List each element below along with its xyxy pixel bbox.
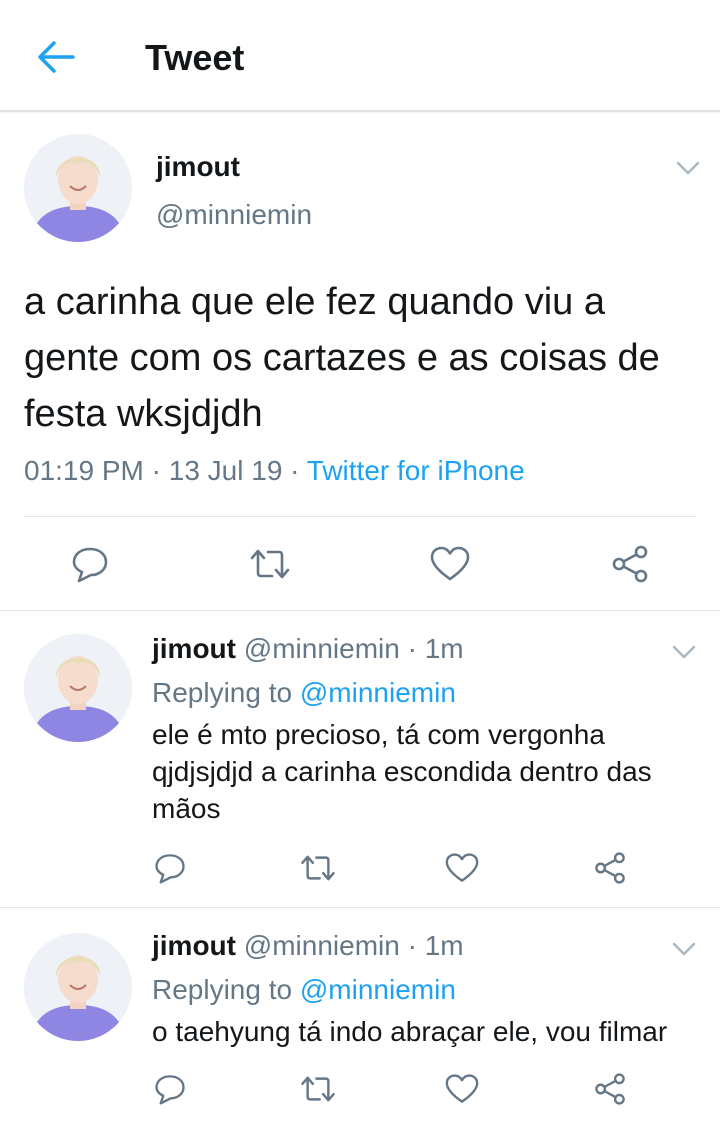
tweet-menu-button[interactable] [670,939,698,959]
replying-to: Replying to @minniemin [152,973,456,1007]
avatar-image [24,134,132,242]
avatar[interactable] [24,134,132,242]
tweet-date: 13 Jul 19 [168,455,283,486]
back-button[interactable] [30,36,80,78]
retweet-button[interactable] [298,1069,338,1109]
author-handle[interactable]: @minniemin [156,198,312,232]
author-name[interactable]: jimout [152,930,236,961]
author-name[interactable]: jimout [152,633,236,664]
chevron-down-icon [672,942,696,956]
meta-separator: · [143,455,169,486]
like-button[interactable] [442,848,482,888]
avatar[interactable] [24,634,132,742]
top-app-bar: Tweet [0,0,720,112]
arrow-left-icon [38,41,75,73]
tweet-menu-button[interactable] [670,642,698,662]
author-handle[interactable]: @minniemin [244,930,400,961]
retweet-icon [301,855,335,881]
reply-tweet[interactable]: jimout @minniemin · 1m Replying to @minn… [0,612,720,908]
reply-button[interactable] [150,1069,190,1109]
share-button[interactable] [590,1069,630,1109]
meta-separator: · [399,930,425,961]
like-button[interactable] [426,540,474,588]
meta-separator: · [399,633,425,664]
tweet-meta: 01:19 PM · 13 Jul 19 · Twitter for iPhon… [24,454,525,488]
share-icon [595,1073,625,1105]
reply-bubble-icon [155,854,185,884]
replying-label: Replying to [152,677,300,708]
tweet-actions [0,518,720,610]
share-button[interactable] [590,848,630,888]
tweet-menu-button[interactable] [674,158,702,178]
reply-button[interactable] [66,540,114,588]
replying-to: Replying to @minniemin [152,676,456,710]
tweet-time: 1m [424,633,464,664]
heart-icon [445,853,479,882]
like-button[interactable] [442,1069,482,1109]
retweet-button[interactable] [246,540,294,588]
author-handle[interactable]: @minniemin [244,633,400,664]
tweet-text: ele é mto precioso, tá com vergonha qjdj… [152,719,652,824]
tweet-text: o taehyung tá indo abraçar ele, vou film… [152,1016,668,1047]
retweet-button[interactable] [298,848,338,888]
chevron-down-icon [676,161,700,175]
heart-icon [445,1074,479,1103]
meta-separator: · [282,455,307,486]
page-title: Tweet [145,37,245,78]
reply-button[interactable] [150,848,190,888]
reply-tweet[interactable]: jimout @minniemin · 1m Replying to @minn… [0,909,720,1135]
share-icon [595,852,625,884]
reply-bubble-icon [72,547,108,583]
divider [24,516,696,517]
avatar-image [24,634,132,742]
retweet-icon [250,549,290,579]
retweet-icon [301,1076,335,1102]
tweet-text: a carinha que ele fez quando viu a gente… [24,281,660,435]
mention-link[interactable]: @minniemin [300,677,456,708]
chevron-down-icon [672,645,696,659]
reply-header: jimout @minniemin · 1m [152,632,464,666]
replying-label: Replying to [152,974,300,1005]
tweet-source-link[interactable]: Twitter for iPhone [307,455,525,486]
main-tweet: jimout @minniemin a carinha que ele fez … [0,114,720,611]
share-icon [612,545,648,583]
reply-header: jimout @minniemin · 1m [152,929,464,963]
reply-bubble-icon [155,1075,185,1105]
avatar[interactable] [24,933,132,1041]
mention-link[interactable]: @minniemin [300,974,456,1005]
avatar-image [24,933,132,1041]
heart-icon [430,546,470,581]
author-name[interactable]: jimout [156,150,240,184]
share-button[interactable] [606,540,654,588]
tweet-time: 01:19 PM [24,455,144,486]
tweet-time: 1m [424,930,464,961]
